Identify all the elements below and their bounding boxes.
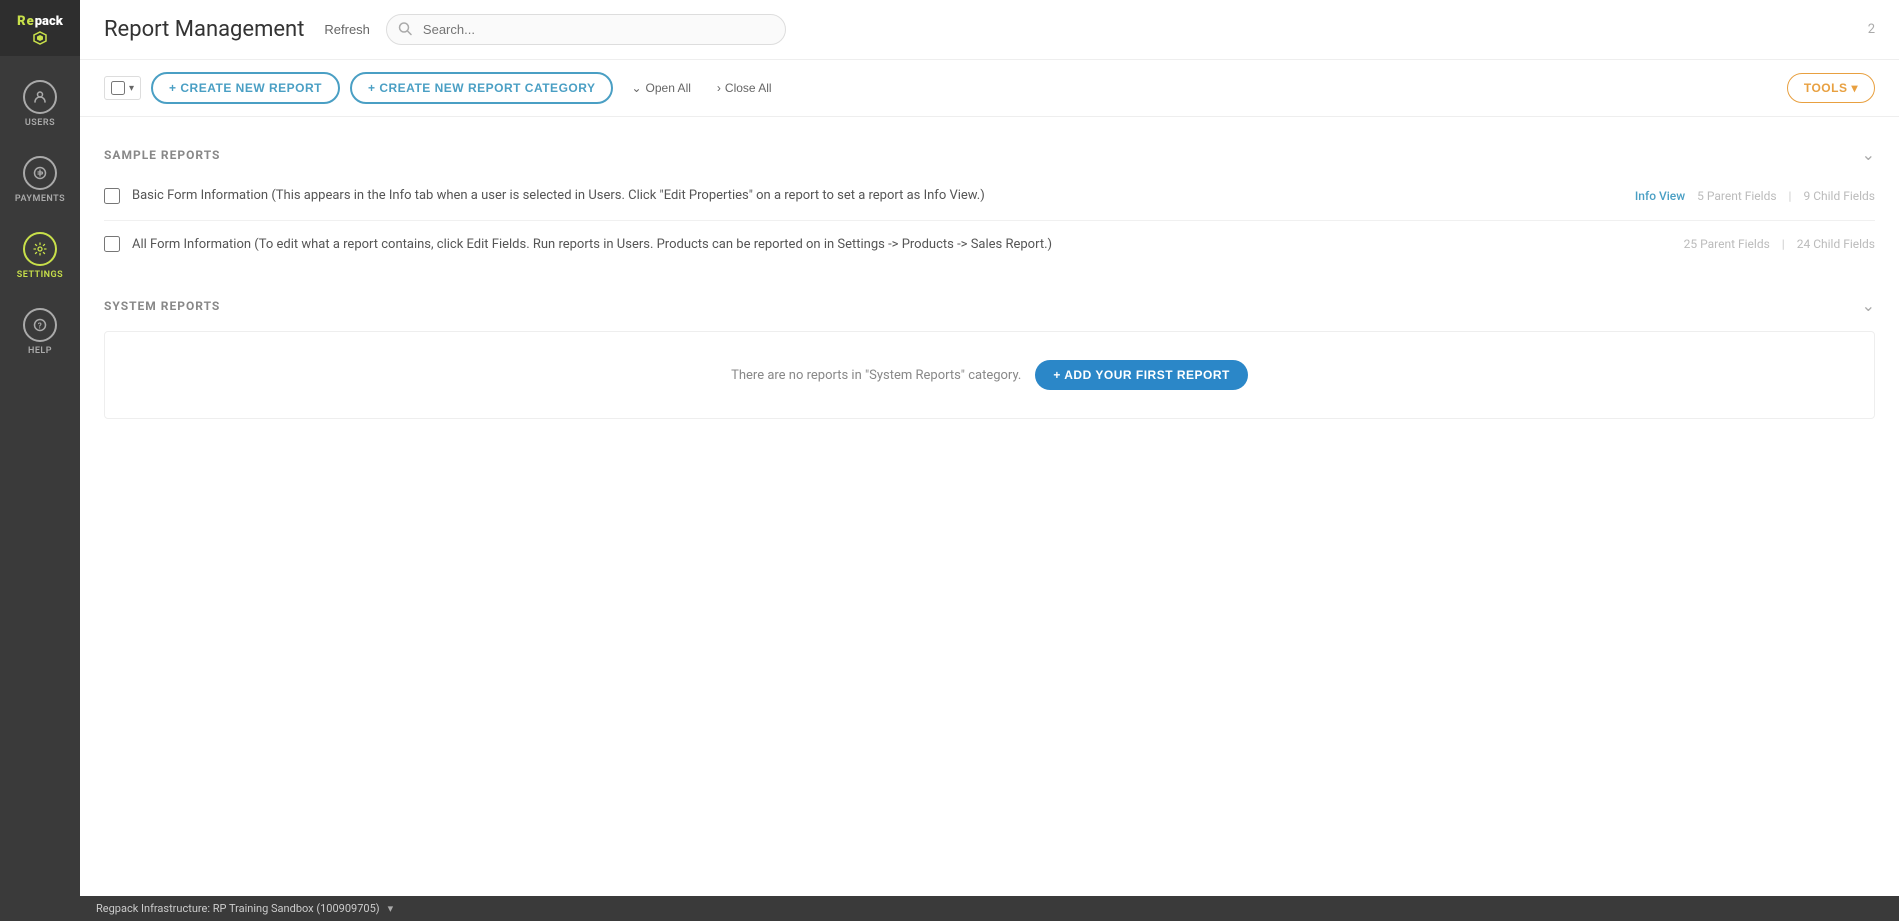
system-reports-section: SYSTEM REPORTS ⌄ There are no reports in… (104, 288, 1875, 419)
close-all-label: Close All (725, 81, 772, 95)
report-meta-all-form: 25 Parent Fields | 24 Child Fields (1684, 237, 1875, 251)
sidebar: Repack USERS (0, 0, 80, 921)
search-svg (398, 21, 412, 35)
top-right: 2 (1868, 22, 1875, 37)
sample-reports-chevron[interactable]: ⌄ (1862, 145, 1875, 164)
report-meta-basic-form: Info View 5 Parent Fields | 9 Child Fiel… (1635, 189, 1875, 203)
add-first-report-button[interactable]: + ADD YOUR FIRST REPORT (1035, 360, 1248, 390)
sidebar-nav: USERS PAYMENTS SETTINGS (0, 66, 80, 390)
create-new-category-label: + CREATE NEW REPORT CATEGORY (368, 81, 595, 95)
separator-2: | (1782, 237, 1785, 251)
info-view-badge-basic-form: Info View (1635, 189, 1685, 203)
system-reports-title: SYSTEM REPORTS (104, 299, 220, 313)
sample-reports-title: SAMPLE REPORTS (104, 148, 220, 162)
main-content: Report Management Refresh 2 ▾ + CREATE N… (80, 0, 1899, 921)
child-fields-all-form: 24 Child Fields (1797, 237, 1875, 251)
tools-label: TOOLS (1804, 81, 1848, 95)
sidebar-item-users-label: USERS (25, 118, 55, 128)
create-new-report-label: + CREATE NEW REPORT (169, 81, 322, 95)
open-all-label: Open All (646, 81, 691, 95)
search-input[interactable] (386, 14, 786, 45)
footer-bar: Regpack Infrastructure: RP Training Sand… (80, 896, 1899, 921)
svg-text:?: ? (38, 322, 42, 331)
sidebar-item-payments-label: PAYMENTS (15, 194, 65, 204)
top-header: Report Management Refresh 2 (80, 0, 1899, 60)
sidebar-item-help-label: HELP (28, 346, 52, 356)
payment-svg (32, 165, 48, 181)
sidebar-item-settings[interactable]: SETTINGS (0, 218, 80, 294)
sidebar-item-payments[interactable]: PAYMENTS (0, 142, 80, 218)
user-icon (23, 80, 57, 114)
page-number: 2 (1868, 22, 1875, 37)
tools-dropdown-arrow: ▾ (1851, 81, 1858, 95)
gear-svg (32, 241, 48, 257)
report-row-basic-form: Basic Form Information (This appears in … (104, 172, 1875, 221)
report-description-all-form: All Form Information (To edit what a rep… (132, 235, 1672, 255)
sample-reports-section-header[interactable]: SAMPLE REPORTS ⌄ (104, 137, 1875, 172)
close-all-chevron: › (717, 81, 721, 95)
parent-fields-basic-form: 5 Parent Fields (1697, 189, 1776, 203)
close-all-button[interactable]: › Close All (709, 77, 780, 99)
sidebar-item-help[interactable]: ? HELP (0, 294, 80, 370)
open-all-button[interactable]: ⌄ Open All (623, 77, 698, 99)
search-icon (398, 20, 412, 39)
refresh-button[interactable]: Refresh (324, 22, 370, 37)
tools-button[interactable]: TOOLS ▾ (1787, 73, 1875, 103)
checkbox-dropdown-arrow[interactable]: ▾ (129, 83, 134, 94)
system-reports-empty-message: There are no reports in "System Reports"… (731, 368, 1021, 383)
system-reports-chevron[interactable]: ⌄ (1862, 296, 1875, 315)
sidebar-footer: ? HELP (0, 294, 80, 370)
parent-fields-all-form: 25 Parent Fields (1684, 237, 1770, 251)
content-area: SAMPLE REPORTS ⌄ Basic Form Information … (80, 117, 1899, 896)
add-first-report-label: + ADD YOUR FIRST REPORT (1053, 368, 1230, 382)
payment-icon (23, 156, 57, 190)
select-all-wrapper[interactable]: ▾ (104, 76, 141, 100)
footer-dropdown-arrow[interactable]: ▾ (388, 902, 394, 915)
sidebar-item-users[interactable]: USERS (0, 66, 80, 142)
user-svg (32, 89, 48, 105)
help-svg: ? (32, 317, 48, 333)
create-new-report-button[interactable]: + CREATE NEW REPORT (151, 72, 340, 104)
select-all-checkbox[interactable] (111, 81, 125, 95)
sidebar-item-settings-label: SETTINGS (17, 270, 63, 280)
footer-label: Regpack Infrastructure: RP Training Sand… (96, 902, 380, 915)
create-new-category-button[interactable]: + CREATE NEW REPORT CATEGORY (350, 72, 613, 104)
report-row-all-form: All Form Information (To edit what a rep… (104, 221, 1875, 269)
logo-icon (33, 31, 47, 45)
report-checkbox-basic-form[interactable] (104, 188, 120, 204)
logo: Repack (0, 0, 80, 56)
page-title: Report Management (104, 17, 304, 42)
separator-1: | (1789, 189, 1792, 203)
toolbar: ▾ + CREATE NEW REPORT + CREATE NEW REPOR… (80, 60, 1899, 117)
child-fields-basic-form: 9 Child Fields (1803, 189, 1875, 203)
search-container (386, 14, 786, 45)
system-reports-empty-box: There are no reports in "System Reports"… (104, 331, 1875, 419)
open-all-chevron: ⌄ (631, 81, 641, 95)
help-icon: ? (23, 308, 57, 342)
gear-icon (23, 232, 57, 266)
system-reports-section-header[interactable]: SYSTEM REPORTS ⌄ (104, 288, 1875, 323)
report-checkbox-all-form[interactable] (104, 236, 120, 252)
report-description-basic-form: Basic Form Information (This appears in … (132, 186, 1623, 206)
sample-reports-section: SAMPLE REPORTS ⌄ Basic Form Information … (104, 137, 1875, 268)
